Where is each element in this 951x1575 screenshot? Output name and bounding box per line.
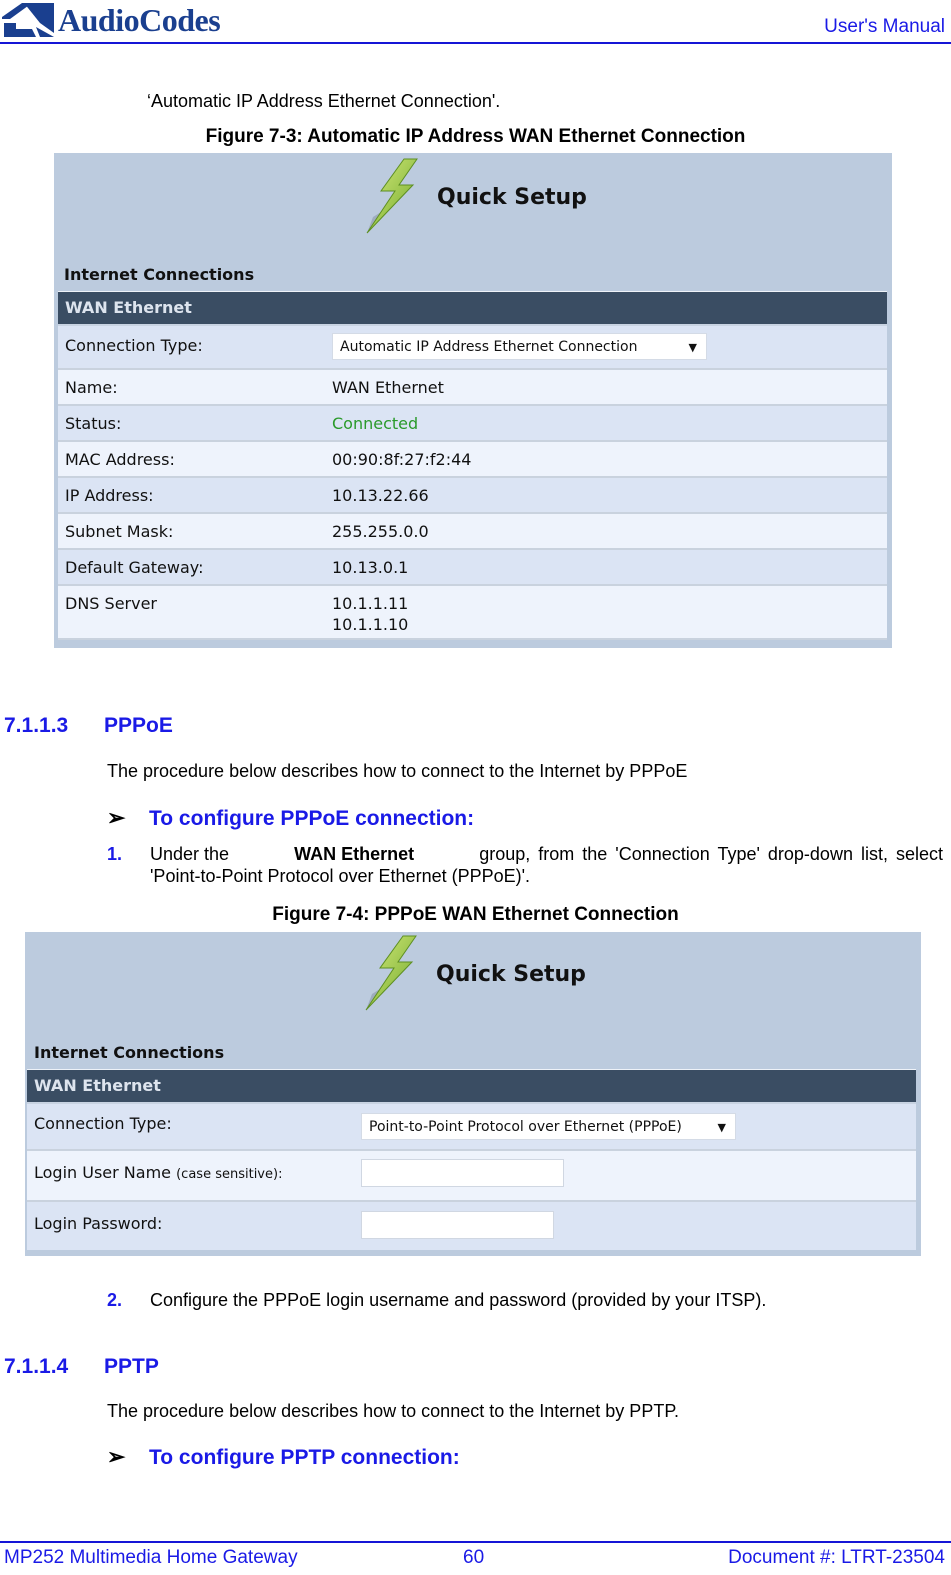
procedure-title-text: To configure PPPoE connection: (149, 807, 475, 830)
lightning-bolt-icon (365, 935, 417, 1011)
step-text: Configure the PPPoE login username and p… (150, 1290, 767, 1310)
login-password-row: Login Password: (27, 1202, 916, 1250)
manual-title: User's Manual (824, 16, 945, 37)
row-label: MAC Address: (65, 450, 175, 469)
section-title: PPPoE (104, 714, 173, 737)
document-number: Document #: LTRT-23504 (728, 1547, 945, 1568)
row-label: DNS Server (65, 594, 157, 613)
table-row: Default Gateway: 10.13.0.1 (58, 550, 887, 586)
step-number: 1. (107, 844, 123, 864)
dns-value-secondary: 10.1.1.10 (332, 615, 409, 634)
row-value: 00:90:8f:27:f2:44 (332, 450, 472, 469)
page-header: AudioCodes User's Manual (0, 0, 951, 44)
table-row: Subnet Mask: 255.255.0.0 (58, 514, 887, 550)
figure-7-3-screenshot: Quick Setup Internet Connections WAN Eth… (54, 153, 892, 648)
wan-ethernet-group: WAN Ethernet Connection Type: Automatic … (58, 291, 887, 640)
procedure-title-text: To configure PPTP connection: (149, 1446, 460, 1469)
connection-type-select[interactable]: Automatic IP Address Ethernet Connection… (332, 333, 707, 360)
status-value: Connected (332, 414, 419, 433)
connection-type-row: Connection Type: Point-to-Point Protocol… (27, 1104, 916, 1151)
figure-caption-7-3: Figure 7-3: Automatic IP Address WAN Eth… (205, 126, 746, 147)
login-user-label-text: Login User Name (34, 1163, 172, 1182)
row-label: IP Address: (65, 486, 154, 505)
connection-type-label: Connection Type: (34, 1114, 172, 1133)
connection-type-row: Connection Type: Automatic IP Address Et… (58, 326, 887, 370)
quick-setup-header: Quick Setup (358, 934, 586, 1014)
intro-fragment: ‘Automatic IP Address Ethernet Connectio… (147, 91, 501, 111)
case-sensitive-hint: (case sensitive): (176, 1167, 283, 1182)
arrow-bullet-icon: ➢ (107, 805, 126, 830)
login-user-label: Login User Name (case sensitive): (34, 1163, 282, 1182)
internet-connections-title: Internet Connections (64, 265, 255, 284)
row-label: Default Gateway: (65, 558, 204, 577)
pptp-procedure-title: ➢ To configure PPTP connection: (107, 1444, 460, 1470)
login-user-name-input[interactable] (361, 1159, 564, 1187)
chevron-down-icon: ▼ (688, 341, 697, 354)
row-label: Name: (65, 378, 118, 397)
group-header: WAN Ethernet (27, 1070, 916, 1104)
pppoe-intro: The procedure below describes how to con… (107, 761, 688, 781)
chevron-down-icon: ▼ (717, 1121, 726, 1134)
group-header: WAN Ethernet (58, 292, 887, 326)
wan-ethernet-group: WAN Ethernet Connection Type: Point-to-P… (27, 1069, 916, 1250)
section-heading-pptp: 7.1.1.4 PPTP (4, 1355, 159, 1379)
login-password-label: Login Password: (34, 1214, 163, 1233)
step-text: group, from the 'Connection Type' drop-d… (479, 844, 943, 864)
pppoe-step-1: 1. Under the WAN Ethernet group, from th… (107, 843, 943, 887)
step-text-line2: 'Point-to-Point Protocol over Ethernet (… (150, 866, 531, 886)
page-number: 60 (463, 1547, 485, 1568)
footer-product: MP252 Multimedia Home Gateway (4, 1547, 298, 1568)
table-row: IP Address: 10.13.22.66 (58, 478, 887, 514)
section-number: 7.1.1.4 (4, 1355, 69, 1378)
row-value: WAN Ethernet (332, 378, 444, 397)
step-bold-text: WAN Ethernet (294, 844, 415, 864)
step-number: 2. (107, 1290, 123, 1310)
logo-text: AudioCodes (58, 2, 221, 38)
dns-value-primary: 10.1.1.11 (332, 594, 409, 613)
row-value: 10.13.22.66 (332, 486, 429, 505)
login-user-row: Login User Name (case sensitive): (27, 1151, 916, 1202)
table-row: Name: WAN Ethernet (58, 370, 887, 406)
dns-server-row: DNS Server 10.1.1.11 10.1.1.10 (58, 586, 887, 640)
quick-setup-title: Quick Setup (437, 184, 587, 210)
login-password-input[interactable] (361, 1211, 554, 1239)
connection-type-select[interactable]: Point-to-Point Protocol over Ethernet (P… (361, 1113, 736, 1140)
quick-setup-title: Quick Setup (436, 961, 586, 987)
row-value: 10.13.0.1 (332, 558, 409, 577)
row-label: Status: (65, 414, 122, 433)
connection-type-value: Point-to-Point Protocol over Ethernet (P… (369, 1119, 682, 1135)
footer-divider (0, 1541, 951, 1543)
quick-setup-header: Quick Setup (359, 157, 587, 237)
table-row: MAC Address: 00:90:8f:27:f2:44 (58, 442, 887, 478)
row-value: 255.255.0.0 (332, 522, 429, 541)
pppoe-step-2: 2. Configure the PPPoE login username an… (107, 1289, 943, 1311)
lightning-bolt-icon (366, 158, 418, 234)
header-divider (0, 42, 951, 44)
internet-connections-title: Internet Connections (34, 1043, 225, 1062)
arrow-bullet-icon: ➢ (107, 1444, 126, 1469)
figure-7-4-screenshot: Quick Setup Internet Connections WAN Eth… (25, 932, 921, 1256)
step-text: Under the (150, 844, 230, 864)
section-heading-pppoe: 7.1.1.3 PPPoE (4, 714, 173, 738)
table-row: Status: Connected (58, 406, 887, 442)
section-number: 7.1.1.3 (4, 714, 69, 737)
pppoe-procedure-title: ➢ To configure PPPoE connection: (107, 805, 474, 831)
audiocodes-logo-icon (2, 3, 54, 37)
connection-type-value: Automatic IP Address Ethernet Connection (340, 339, 638, 355)
row-label: Subnet Mask: (65, 522, 174, 541)
figure-caption-7-4: Figure 7-4: PPPoE WAN Ethernet Connectio… (272, 904, 679, 925)
pptp-intro: The procedure below describes how to con… (107, 1401, 680, 1421)
audiocodes-logo: AudioCodes (2, 2, 221, 38)
section-title: PPTP (104, 1355, 159, 1378)
connection-type-label: Connection Type: (65, 336, 203, 355)
